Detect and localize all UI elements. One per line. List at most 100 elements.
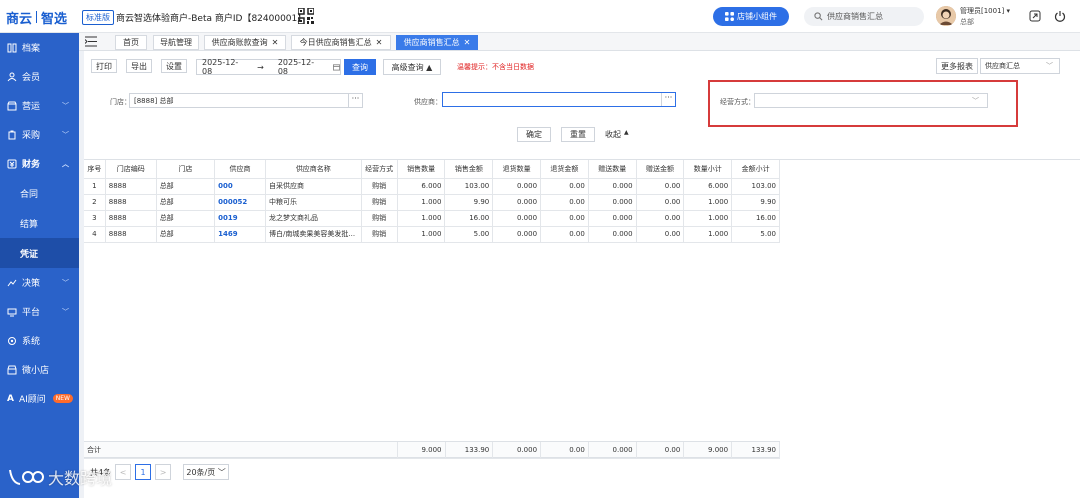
column-header[interactable]: 退货金额 [540,160,589,179]
sidebar-item-member[interactable]: 会员 [0,62,79,91]
totals-cell: 9.000 [683,442,733,459]
more-icon[interactable]: ··· [661,93,675,106]
table-cell: 购销 [361,226,398,243]
column-header[interactable]: 经营方式 [361,160,398,179]
confirm-button[interactable]: 确定 [517,127,551,142]
table-cell: 0.00 [636,226,685,243]
power-icon[interactable] [1054,10,1066,22]
column-header[interactable]: 门店编码 [105,160,157,179]
table-cell[interactable]: 000052 [214,194,267,211]
sidebar-item-ai-advisor[interactable]: A AI顾问 NEW [0,384,79,413]
table-cell: 自采供应商 [265,178,362,195]
qr-code-icon[interactable] [298,8,314,24]
sidebar-item-decision[interactable]: 决策 ﹀ [0,268,79,297]
report-type-select[interactable]: 供应商汇总 ﹀ [980,58,1060,74]
tab-supplier-account[interactable]: 供应商账款查询 ✕ [204,35,286,50]
widget-label: 店铺小组件 [737,12,777,21]
close-icon[interactable]: ✕ [272,38,279,47]
table-cell: 1.000 [397,226,446,243]
user-name[interactable]: 管理员[1001] ▾ [960,7,1010,16]
sidebar-item-contract[interactable]: 合同 [0,178,79,208]
column-header[interactable]: 序号 [84,160,106,179]
collapse-toggle[interactable]: 收起 ▲ [605,129,629,140]
sidebar-item-label: 会员 [22,73,41,83]
table-cell: 0.000 [588,210,637,227]
page-1-button[interactable]: 1 [135,464,152,480]
store-widget-button[interactable]: 店铺小组件 [713,7,789,26]
sidebar-item-platform[interactable]: 平台 ﹀ [0,297,79,326]
date-range-picker[interactable]: 2025-12-08 → 2025-12-08 [196,58,341,76]
sidebar: 档案 会员 营运 ﹀ 采购 ﹀ 财务 ︿ 合同 结算 凭证 决策 ﹀ 平台 ﹀ … [0,33,79,498]
advanced-query-button[interactable]: 高级查询 ▲ [383,59,441,75]
sidebar-item-archive[interactable]: 档案 [0,33,79,62]
print-button[interactable]: 打印 [91,59,117,73]
sidebar-item-settlement[interactable]: 结算 [0,208,79,238]
tab-today-supplier-sales[interactable]: 今日供应商销售汇总 ✕ [291,35,391,50]
reset-button[interactable]: 重置 [561,127,595,142]
tab-label: 供应商账款查询 [211,38,268,47]
column-header[interactable]: 销售数量 [397,160,446,179]
export-button[interactable]: 导出 [126,59,152,73]
column-header[interactable]: 门店 [156,160,216,179]
table-row[interactable]: 2 8888 总部 000052 中粮可乐 购销 1.000 9.90 0.000 0.00 0.0… [84,194,780,211]
tab-nav-management[interactable]: 导航管理 [153,35,199,50]
table-cell: 购销 [361,178,398,195]
more-reports-button[interactable]: 更多报表 [936,58,978,74]
table-header-row: 序号 门店编码 门店 供应商 供应商名称 经营方式 销售数量 销售金额 退货数量 退货金额 赠送数量… [84,160,780,179]
avatar[interactable] [936,6,956,26]
sidebar-item-voucher[interactable]: 凭证 [0,238,79,268]
settings-button[interactable]: 设置 [161,59,187,73]
more-icon[interactable]: ··· [348,94,362,107]
sidebar-item-operations[interactable]: 营运 ﹀ [0,91,79,120]
table-cell: 1.000 [397,210,446,227]
sidebar-item-purchase[interactable]: 采购 ﹀ [0,120,79,149]
sidebar-item-finance[interactable]: 财务 ︿ [0,149,79,178]
advanced-query-label: 高级查询 [391,62,424,72]
column-header[interactable]: 供应商名称 [265,160,362,179]
chevron-down-icon: ﹀ [62,279,69,287]
prev-page-button[interactable]: < [115,464,132,480]
tab-supplier-sales-summary[interactable]: 供应商销售汇总 ✕ [396,35,478,50]
table-cell: 0.000 [588,178,637,195]
table-cell: 0.00 [540,194,589,211]
column-header[interactable]: 数量小计 [683,160,733,179]
table-cell: 5.00 [731,226,780,243]
close-icon[interactable]: ✕ [376,38,383,47]
column-header[interactable]: 销售金额 [444,160,494,179]
query-button[interactable]: 查询 [344,59,376,75]
column-header[interactable]: 金额小计 [731,160,780,179]
totals-cell: 0.00 [636,442,685,459]
totals-cell: 0.000 [588,442,637,459]
table-cell: 2 [84,194,106,211]
next-page-button[interactable]: > [155,464,172,480]
store-field[interactable]: [8888] 总部 ··· [129,93,363,108]
column-header[interactable]: 供应商 [214,160,267,179]
sidebar-item-label: 平台 [22,308,41,318]
column-header[interactable]: 赠送金额 [636,160,685,179]
close-icon[interactable]: ✕ [464,38,471,47]
table-cell[interactable]: 0019 [214,210,267,227]
column-header[interactable]: 退货数量 [492,160,542,179]
table-cell: 0.00 [636,210,685,227]
sidebar-item-label: 营运 [22,102,41,112]
supplier-field[interactable]: ··· [442,92,676,107]
logo: 商云 智选 [6,7,67,27]
column-header[interactable]: 赠送数量 [588,160,637,179]
totals-cell: 0.00 [540,442,589,459]
sidebar-item-mini-store[interactable]: 微小店 [0,355,79,384]
table-row[interactable]: 1 8888 总部 000 自采供应商 购销 6.000 103.00 0.000 0.00 0.0… [84,178,780,195]
fullscreen-icon[interactable] [1029,10,1041,22]
logo-text-2: 智选 [41,11,68,27]
sidebar-item-label: 凭证 [20,249,39,260]
page-size-select[interactable]: 20条/页 ﹀ [183,464,230,480]
date-separator: → [257,62,264,72]
sidebar-item-system[interactable]: 系统 [0,326,79,355]
table-row[interactable]: 3 8888 总部 0019 龙之梦文商礼品 购销 1.000 16.00 0.000 0.00 0… [84,210,780,227]
sidebar-item-label: 财务 [22,160,41,170]
search-input[interactable]: 供应商销售汇总 [804,7,924,26]
table-row[interactable]: 4 8888 总部 1469 博白/南城卖果美容美发批... 购销 1.000 5.00 0.0… [84,226,780,243]
table-cell[interactable]: 1469 [214,226,267,243]
table-cell[interactable]: 000 [214,178,267,195]
menu-toggle-icon[interactable] [85,36,97,47]
tab-home[interactable]: 首页 [115,35,147,50]
